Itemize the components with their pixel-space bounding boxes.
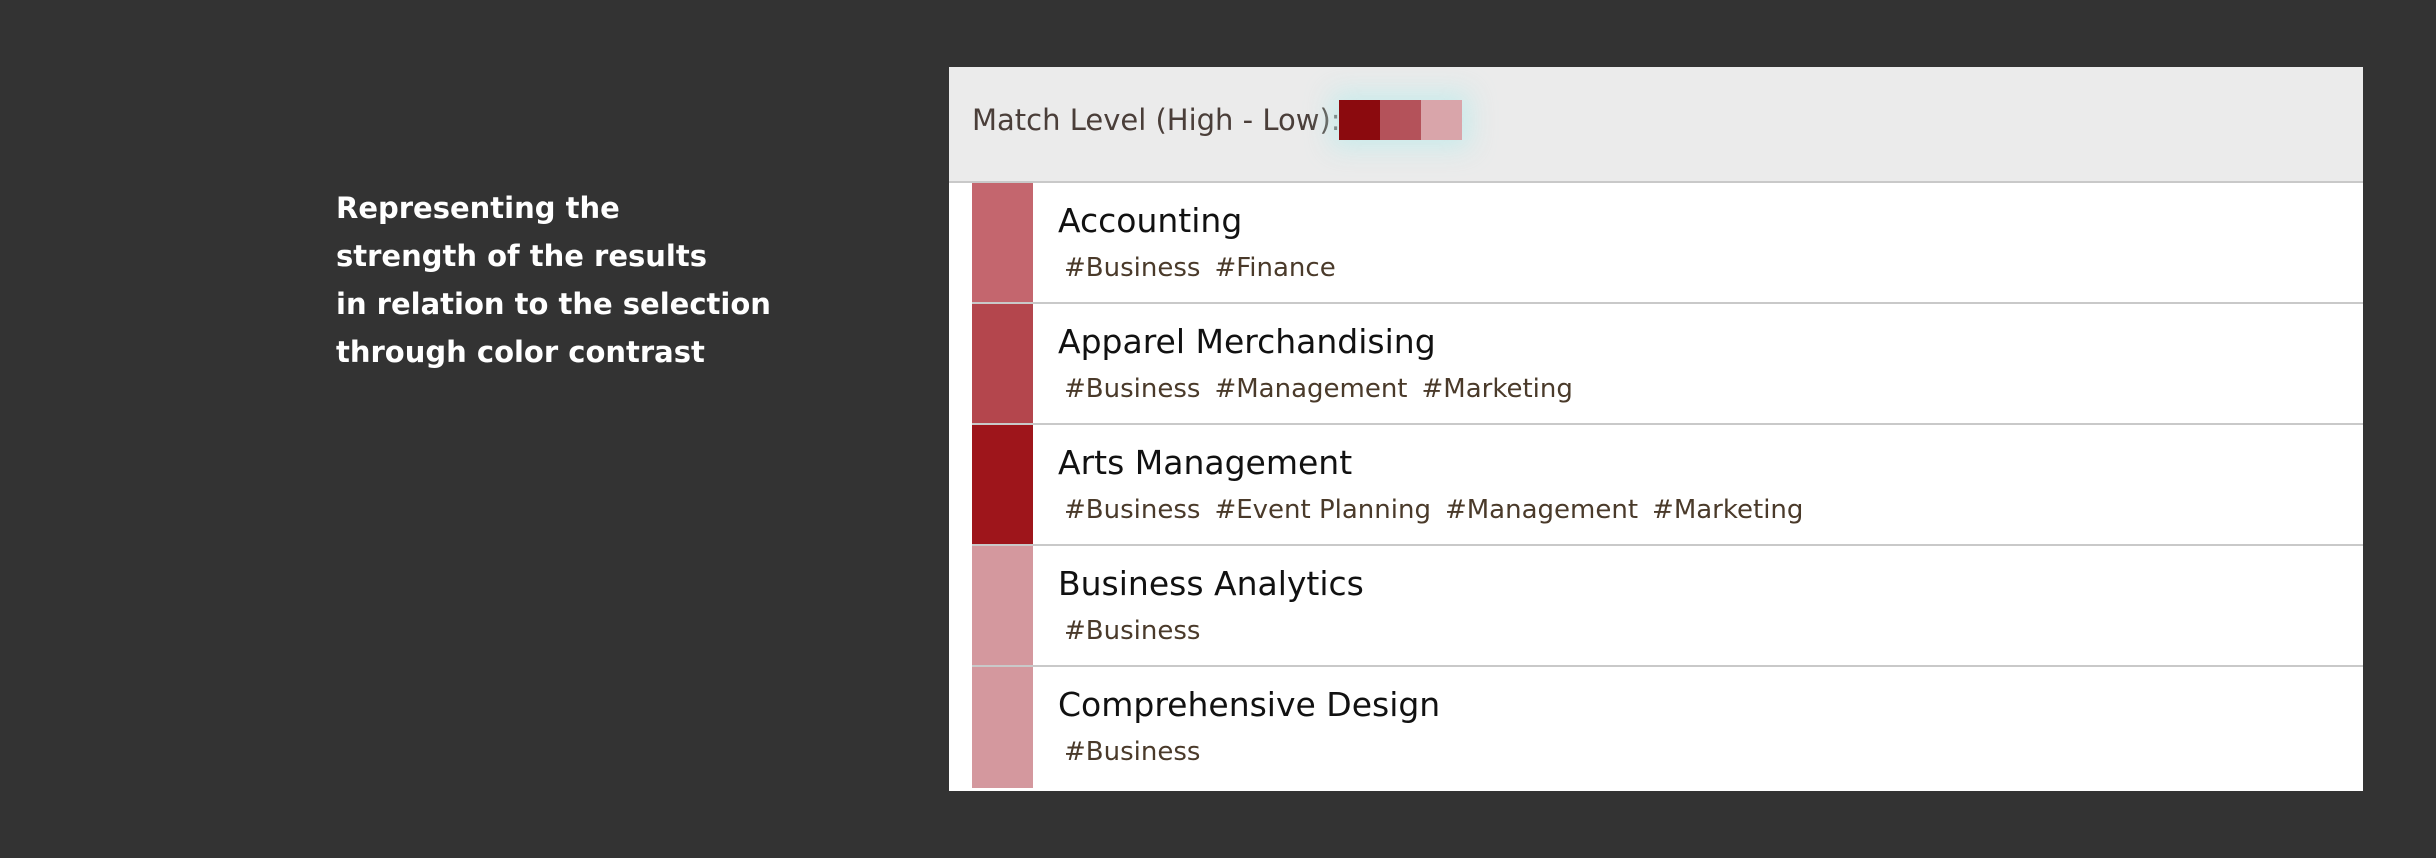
tag[interactable]: #Business — [1064, 616, 1200, 646]
result-row-apparel-merchandising[interactable]: Apparel Merchandising #Business #Managem… — [972, 304, 2363, 425]
tag[interactable]: #Business — [1064, 737, 1200, 767]
match-strength-indicator — [972, 183, 1033, 302]
result-title[interactable]: Accounting — [1058, 201, 1242, 240]
tag[interactable]: #Finance — [1214, 253, 1335, 283]
match-strength-indicator — [972, 425, 1033, 544]
legend-swatch-high — [1339, 100, 1380, 140]
tag[interactable]: #Business — [1064, 253, 1200, 283]
result-tags: #Business — [1064, 616, 1200, 646]
legend-swatch-low — [1421, 100, 1462, 140]
results-list: Accounting #Business #Finance Apparel Me… — [972, 183, 2363, 788]
result-title[interactable]: Arts Management — [1058, 443, 1352, 482]
tag[interactable]: #Business — [1064, 374, 1200, 404]
legend-swatch-medium — [1380, 100, 1421, 140]
result-row-arts-management[interactable]: Arts Management #Business #Event Plannin… — [972, 425, 2363, 546]
result-tags: #Business #Event Planning #Management #M… — [1064, 495, 1803, 525]
caption-line: Representing the — [336, 191, 620, 225]
match-strength-indicator — [972, 546, 1033, 665]
match-level-legend: Match Level (High - Low): — [949, 67, 2363, 183]
caption-text: Representing the strength of the results… — [336, 184, 816, 376]
result-tags: #Business #Management #Marketing — [1064, 374, 1573, 404]
tag[interactable]: #Business — [1064, 495, 1200, 525]
legend-swatches — [1339, 100, 1462, 140]
result-title[interactable]: Comprehensive Design — [1058, 685, 1440, 724]
result-title[interactable]: Business Analytics — [1058, 564, 1364, 603]
result-tags: #Business — [1064, 737, 1200, 767]
match-strength-indicator — [972, 304, 1033, 423]
tag[interactable]: #Event Planning — [1214, 495, 1431, 525]
tag[interactable]: #Marketing — [1652, 495, 1803, 525]
result-row-comprehensive-design[interactable]: Comprehensive Design #Business — [972, 667, 2363, 788]
result-row-business-analytics[interactable]: Business Analytics #Business — [972, 546, 2363, 667]
tag[interactable]: #Marketing — [1422, 374, 1573, 404]
caption-line: in relation to the selection — [336, 287, 771, 321]
caption-line: strength of the results — [336, 239, 707, 273]
match-strength-indicator — [972, 667, 1033, 788]
result-tags: #Business #Finance — [1064, 253, 1336, 283]
tag[interactable]: #Management — [1214, 374, 1407, 404]
tag[interactable]: #Management — [1445, 495, 1638, 525]
slide-canvas: Representing the strength of the results… — [0, 0, 2436, 858]
result-row-accounting[interactable]: Accounting #Business #Finance — [972, 183, 2363, 304]
legend-label: Match Level (High - Low): — [972, 103, 1341, 137]
result-title[interactable]: Apparel Merchandising — [1058, 322, 1436, 361]
caption-line: through color contrast — [336, 335, 705, 369]
results-panel: Match Level (High - Low): Accounting #Bu… — [949, 67, 2363, 791]
